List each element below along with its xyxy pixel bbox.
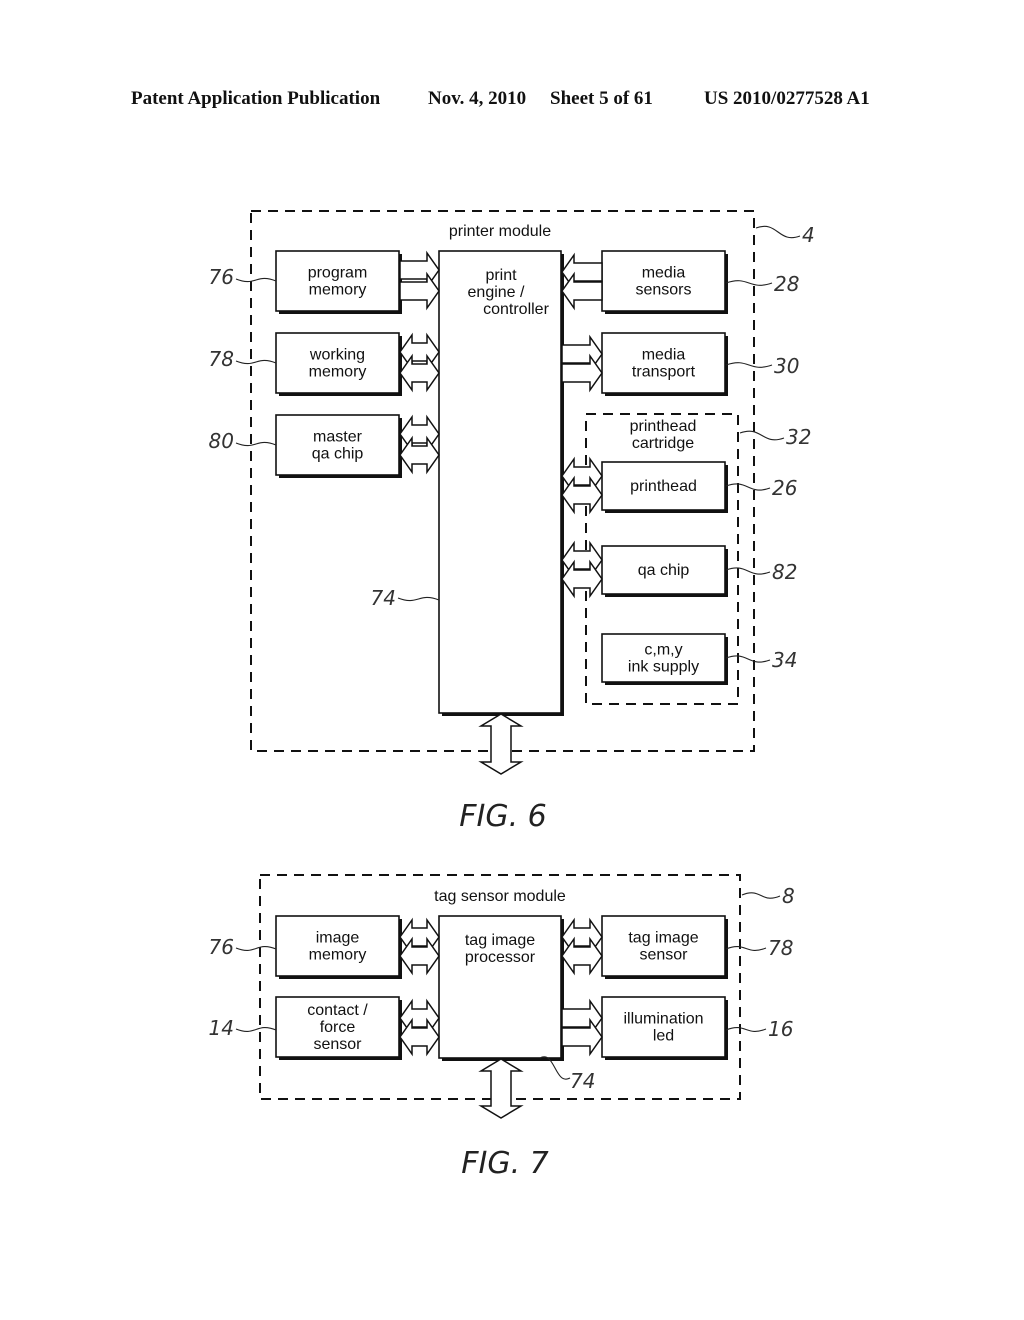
controller-74-ref: 74 [371, 586, 396, 610]
module-8-leader [741, 892, 781, 899]
illumination-led-ref-leader [725, 1027, 767, 1032]
media-transport-label: media [642, 347, 686, 364]
image-memory-ref-ref: 76 [209, 935, 234, 959]
print-engine-controller-box [438, 250, 562, 714]
figure-6: printer module 4 printengine /controller 74… [209, 210, 815, 834]
image-memory-label: image [316, 930, 360, 947]
contact-force-sensor-ref-ref: 14 [209, 1016, 234, 1040]
contact-force-sensor: contact /forcesensor [275, 996, 402, 1060]
module-8-ref: 8 [782, 884, 795, 908]
module-4-ref: 4 [802, 223, 815, 247]
program-memory-ref-leader [235, 277, 277, 283]
tag-sensor-module-label: tag sensor module [434, 888, 566, 905]
media-transport-ref-ref: 30 [774, 354, 799, 378]
media-transport: mediatransport [601, 332, 728, 396]
master-qa-chip-ref-ref: 80 [209, 429, 234, 453]
master-qa-chip: masterqa chip [275, 414, 402, 478]
working-memory-label: working [309, 347, 365, 364]
printhead-ref-leader [725, 483, 771, 491]
media-transport-ref-leader [725, 362, 773, 368]
contact-force-sensor-label: contact / [307, 1002, 368, 1019]
illumination-led-label: illumination [623, 1011, 703, 1028]
ink-supply-label: c,m,y [644, 642, 682, 659]
media-sensors-ref-ref: 28 [774, 272, 799, 296]
image-memory-label: memory [309, 947, 367, 964]
qa-chip: qa chip [601, 545, 728, 597]
master-qa-chip-label: qa chip [312, 446, 364, 463]
ink-supply: c,m,yink supply [601, 633, 728, 685]
tag-image-sensor-label: tag image [628, 930, 698, 947]
working-memory-ref-leader [235, 359, 277, 365]
tag-image-processor-label: processor [465, 949, 536, 966]
module-4-leader [755, 225, 801, 239]
media-sensors-label: sensors [635, 282, 691, 299]
working-memory-label: memory [309, 364, 367, 381]
controller-74-leader [397, 596, 440, 602]
media-sensors-ref-leader [725, 280, 773, 286]
figure-7-caption: FIG. 7 [461, 1146, 549, 1181]
printhead-ref-ref: 26 [772, 476, 797, 500]
image-memory: imagememory [275, 915, 402, 979]
controller-label: print [485, 267, 517, 284]
printer-module-label: printer module [449, 223, 551, 240]
ink-supply-ref-leader [725, 655, 771, 663]
cartridge-32-ref: 32 [786, 425, 811, 449]
tag-image-sensor: tag imagesensor [601, 915, 728, 979]
program-memory-label: program [308, 265, 368, 282]
media-sensors-label: media [642, 265, 686, 282]
master-qa-chip-ref-leader [235, 441, 277, 447]
block-diagrams: printer module 4 printengine /controller 74… [209, 210, 815, 1181]
media-transport-label: transport [632, 364, 696, 381]
working-memory: workingmemory [275, 332, 402, 396]
processor-74-ref: 74 [570, 1069, 595, 1093]
tag-image-sensor-ref-ref: 78 [768, 936, 793, 960]
controller-label: engine / [468, 284, 525, 301]
contact-force-sensor-label: force [320, 1019, 356, 1036]
printhead-cartridge-label: printhead [630, 418, 697, 435]
tag-image-processor-label: tag image [465, 932, 535, 949]
qa-chip-ref-leader [725, 567, 771, 575]
printhead-cartridge-label: cartridge [632, 435, 694, 452]
image-memory-ref-leader [235, 946, 277, 951]
qa-chip-ref-ref: 82 [772, 560, 797, 584]
media-sensors: mediasensors [601, 250, 728, 314]
contact-force-sensor-label: sensor [313, 1036, 362, 1053]
external-bus-arrow [478, 713, 524, 775]
master-qa-chip-label: master [313, 429, 363, 446]
figure-7: tag sensor module 8tag imageprocessor74im… [209, 874, 795, 1181]
cartridge-32-leader [739, 430, 785, 441]
printhead: printhead [601, 461, 728, 513]
program-memory: programmemory [275, 250, 402, 314]
illumination-led: illuminationled [601, 996, 728, 1060]
figure-6-caption: FIG. 6 [459, 799, 547, 834]
tag-image-sensor-ref-leader [725, 946, 767, 951]
ink-supply-ref-ref: 34 [772, 648, 797, 672]
program-memory-label: memory [309, 282, 367, 299]
controller-label: controller [483, 301, 549, 318]
tag-image-sensor-label: sensor [639, 947, 688, 964]
ink-supply-label: ink supply [628, 659, 699, 676]
printhead-label: printhead [630, 478, 697, 495]
print-engine-controller [438, 250, 564, 716]
tag-image-processor: tag imageprocessor [438, 915, 564, 1061]
contact-force-sensor-ref-leader [235, 1027, 277, 1032]
program-memory-ref-ref: 76 [209, 265, 234, 289]
working-memory-ref-ref: 78 [209, 347, 234, 371]
illumination-led-ref-ref: 16 [768, 1017, 793, 1041]
external-bus-arrow [478, 1058, 524, 1119]
qa-chip-label: qa chip [638, 562, 690, 579]
illumination-led-label: led [653, 1028, 674, 1045]
